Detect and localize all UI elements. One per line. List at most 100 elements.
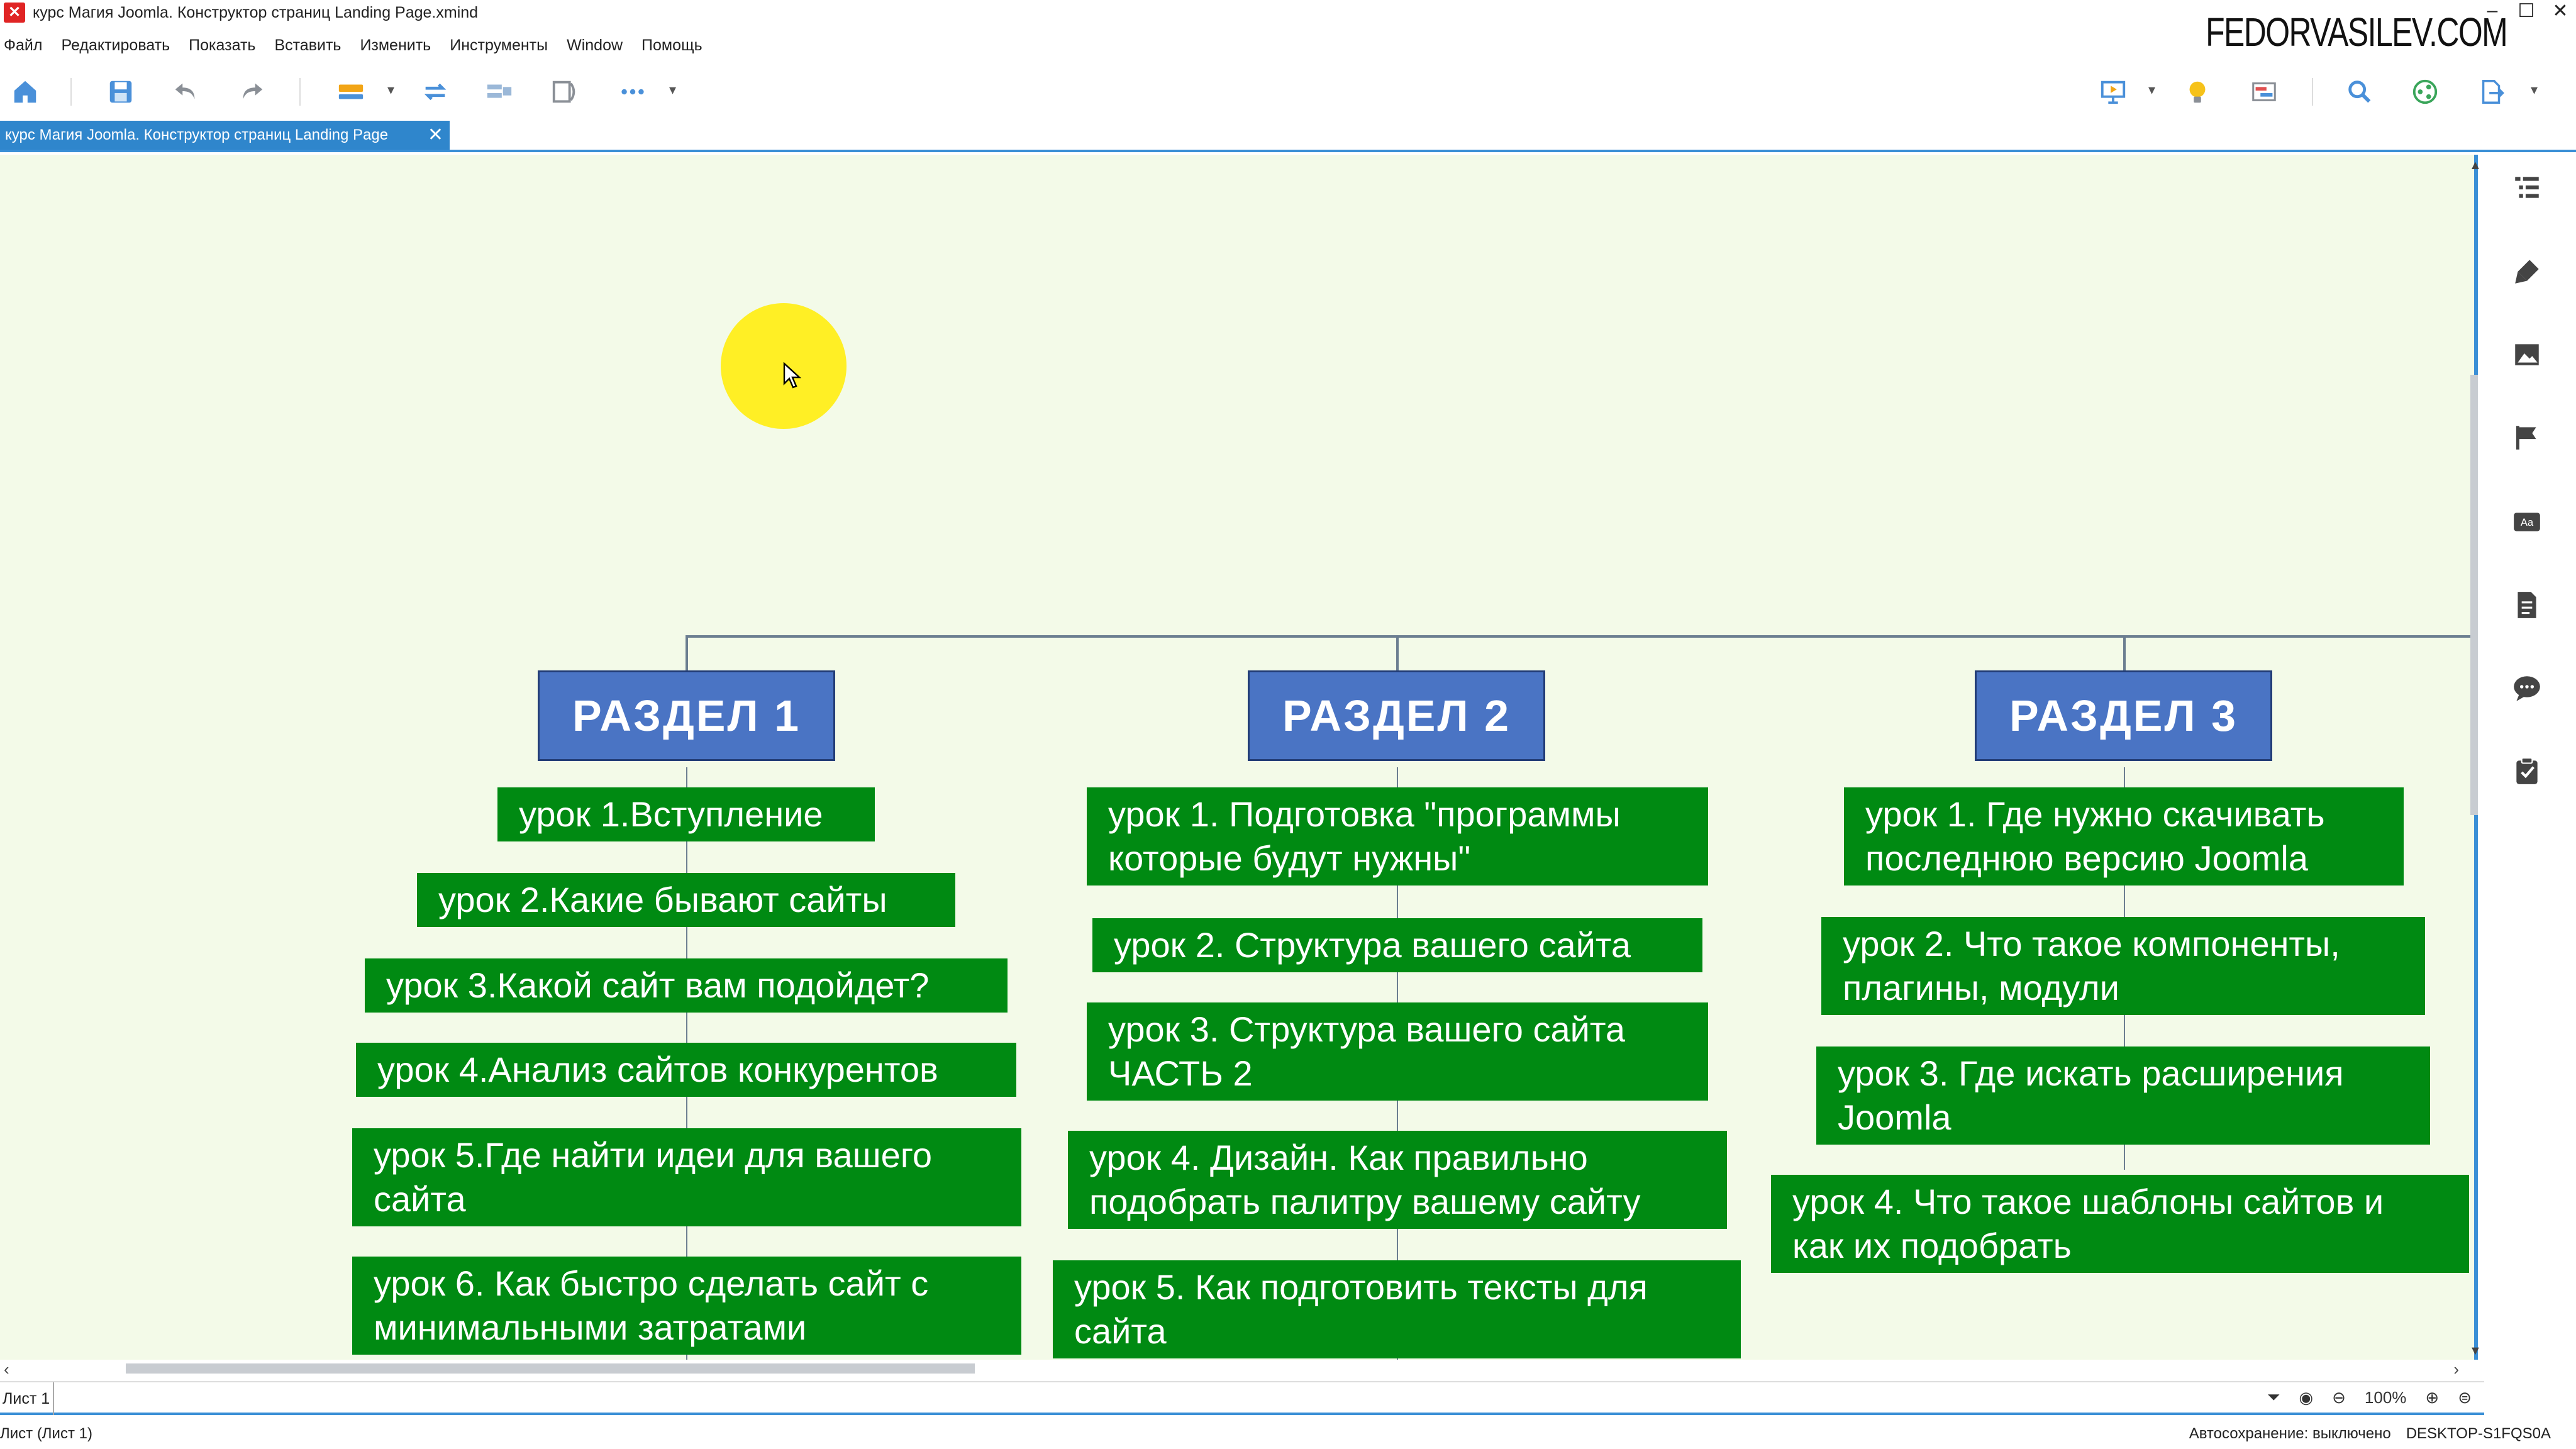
section-2-lesson-1[interactable]: урок 1. Подготовка "программы которые бу… [1087,787,1708,886]
section-1-lesson-1[interactable]: урок 1.Вступление [497,787,875,841]
horizontal-scroll-thumb[interactable] [126,1363,975,1374]
menu-modify[interactable]: Изменить [360,36,431,55]
status-autosave[interactable]: Автосохранение: выключено [2189,1425,2391,1443]
format-brush-icon[interactable] [2509,254,2545,289]
maximize-button[interactable]: ☐ [2517,0,2536,22]
outline-icon[interactable] [2509,170,2545,205]
lesson-text: урок 4.Анализ сайтов конкурентов [377,1050,938,1089]
section-2-lesson-5[interactable]: урок 5. Как подготовить тексты для сайта [1053,1260,1741,1358]
section-2-lesson-2[interactable]: урок 2. Структура вашего сайта [1092,918,1702,972]
scroll-left-icon[interactable]: ‹ [4,1360,9,1379]
lesson-text: сайта [374,1179,466,1219]
section-1-lesson-3[interactable]: урок 3.Какой сайт вам подойдет? [365,958,1008,1013]
sheet-bar: Лист 1 ⏷ ◉ ⊖ 100% ⊕ ⊜ [0,1381,2484,1415]
section-1-lesson-2[interactable]: урок 2.Какие бывают сайты [417,873,955,927]
relationship-icon[interactable] [419,75,452,108]
redo-icon[interactable] [235,75,268,108]
svg-text:Aa: Aa [2521,516,2534,528]
xmind-logo-icon: ✕ [4,3,25,23]
section-1-lesson-6[interactable]: урок 6. Как быстро сделать сайт с минима… [352,1257,1021,1355]
lesson-text: урок 1. Где нужно скачивать [1865,794,2325,834]
section-2-topic[interactable]: РАЗДЕЛ 2 [1248,670,1545,761]
zoom-out-icon[interactable]: ⊖ [2332,1388,2346,1407]
menu-insert[interactable]: Вставить [274,36,341,55]
task-icon[interactable] [2509,753,2545,789]
notes-icon[interactable] [2509,587,2545,623]
more-icon[interactable] [616,75,649,108]
section-3-lesson-2[interactable]: урок 2. Что такое компоненты, плагины, м… [1821,917,2425,1015]
branch-line [686,635,2474,638]
section-2-lesson-3[interactable]: урок 3. Структура вашего сайта ЧАСТЬ 2 [1087,1002,1708,1101]
lesson-text: урок 1. Подготовка "программы [1108,794,1621,834]
lightbulb-icon[interactable] [2181,75,2214,108]
document-tab-label: курс Магия Joomla. Конструктор страниц L… [5,126,389,143]
scroll-up-icon[interactable]: ▲ [2469,158,2482,173]
menu-help[interactable]: Помощь [641,36,702,55]
fit-icon[interactable]: ⊜ [2458,1388,2472,1407]
mindmap-canvas[interactable]: РАЗДЕЛ 1 урок 1.Вступление урок 2.Какие … [0,155,2478,1362]
home-icon[interactable] [9,75,42,108]
image-icon[interactable] [2509,337,2545,372]
section-3-topic[interactable]: РАЗДЕЛ 3 [1975,670,2272,761]
status-sheet: Лист (Лист 1) [0,1425,92,1442]
scroll-right-icon[interactable]: › [2453,1360,2459,1379]
share-icon[interactable] [2409,75,2441,108]
section-1-topic[interactable]: РАЗДЕЛ 1 [538,670,835,761]
filter-icon[interactable]: ⏷ [2267,1387,2280,1407]
document-tab[interactable]: курс Магия Joomla. Конструктор страниц L… [0,121,450,150]
lesson-text: ЧАСТЬ 2 [1108,1053,1253,1093]
menu-window[interactable]: Window [567,36,623,55]
section-2-lesson-4[interactable]: урок 4. Дизайн. Как правильно подобрать … [1068,1131,1727,1229]
section-3-lesson-4[interactable]: урок 4. Что такое шаблоны сайтов и как и… [1771,1175,2469,1273]
window-title: курс Магия Joomla. Конструктор страниц L… [33,4,479,21]
save-icon[interactable] [104,75,137,108]
export-icon[interactable] [2475,75,2508,108]
status-computer: DESKTOP-S1FQS0A [2406,1425,2551,1442]
section-1-lesson-4[interactable]: урок 4.Анализ сайтов конкурентов [356,1043,1016,1097]
vertical-scrollbar[interactable]: ▲ ▼ [2469,155,2482,1362]
boundary-icon[interactable] [548,75,581,108]
menu-bar: Файл Редактировать Показать Вставить Изм… [0,31,702,59]
topic-insert-icon[interactable] [335,75,367,108]
title-bar: ✕ курс Магия Joomla. Конструктор страниц… [0,0,2576,55]
presentation-dropdown-icon[interactable]: ▾ [2148,82,2155,98]
section-3-lesson-3[interactable]: урок 3. Где искать расширения Joomla [1816,1046,2430,1145]
lesson-text: как их подобрать [1792,1226,2072,1265]
menu-tools[interactable]: Инструменты [450,36,548,55]
zoom-level: 100% [2364,1387,2407,1407]
window-controls: – ☐ ✕ [2483,0,2570,22]
section-3-lesson-1[interactable]: урок 1. Где нужно скачивать последнюю ве… [1844,787,2404,886]
lesson-text: урок 4. Дизайн. Как правильно [1089,1138,1588,1177]
lesson-text: урок 2.Какие бывают сайты [438,880,887,919]
close-tab-icon[interactable]: ✕ [428,121,443,150]
minimize-button[interactable]: – [2483,0,2502,22]
label-icon[interactable]: Aa [2509,504,2545,540]
sheet-tab[interactable]: Лист 1 [0,1382,54,1415]
lesson-text: урок 2. Структура вашего сайта [1114,925,1631,965]
gantt-icon[interactable] [2248,75,2280,108]
scroll-down-icon[interactable]: ▼ [2469,1344,2482,1358]
flag-marker-icon[interactable] [2509,420,2545,455]
topic-dropdown-icon[interactable]: ▾ [387,82,394,98]
more-dropdown-icon[interactable]: ▾ [669,82,676,98]
search-icon[interactable] [2343,75,2376,108]
menu-view[interactable]: Показать [189,36,255,55]
zoom-in-icon[interactable]: ⊕ [2425,1388,2439,1407]
right-side-panel: Aa [2484,155,2576,1381]
lesson-text: которые будут нужны" [1108,838,1471,878]
lesson-text: урок 1.Вступление [519,794,823,834]
presentation-icon[interactable] [2097,75,2129,108]
menu-file[interactable]: Файл [4,36,42,55]
close-window-button[interactable]: ✕ [2551,0,2570,22]
section-1-lesson-5[interactable]: урок 5.Где найти идеи для вашего сайта [352,1128,1021,1226]
vertical-scroll-thumb[interactable] [2470,375,2478,815]
summary-icon[interactable] [483,75,516,108]
export-dropdown-icon[interactable]: ▾ [2531,82,2538,98]
comment-icon[interactable] [2509,670,2545,706]
undo-icon[interactable] [170,75,203,108]
menu-edit[interactable]: Редактировать [61,36,170,55]
horizontal-scrollbar[interactable]: ‹ › [0,1360,2478,1379]
eye-icon[interactable]: ◉ [2299,1388,2313,1407]
lesson-text: плагины, модули [1843,968,2119,1008]
lesson-text: урок 3. Где искать расширения [1838,1053,2344,1093]
